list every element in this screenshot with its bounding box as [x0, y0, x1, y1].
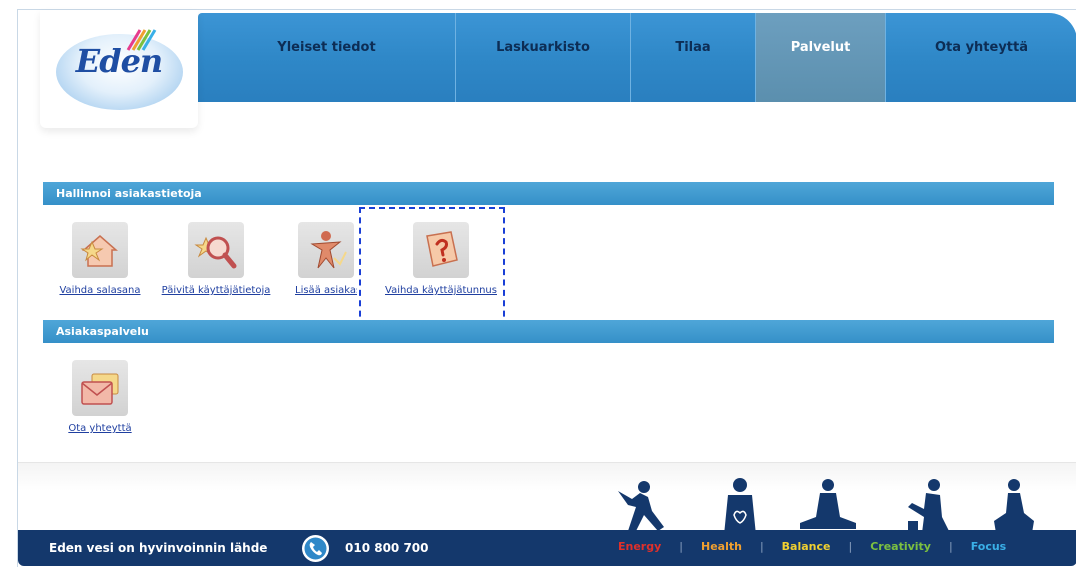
tile-label[interactable]: Päivitä käyttäjätietoja [156, 285, 276, 296]
value-energy: Energy [618, 540, 662, 553]
add-person-icon [298, 222, 354, 278]
logo-text: Eden [75, 42, 163, 80]
section-header-service: Asiakaspalvelu [43, 320, 1054, 343]
main-nav: Yleiset tiedot Laskuarkisto Tilaa Palvel… [198, 13, 1076, 102]
header: Eden Yleiset tiedot Laskuarkisto Tilaa P… [18, 10, 1076, 128]
section-header-manage: Hallinnoi asiakastietoja [43, 182, 1054, 205]
envelope-icon [72, 360, 128, 416]
footer-phone: 010 800 700 [345, 541, 429, 555]
balance-figure-icon [800, 479, 856, 529]
nav-item-laskuarkisto[interactable]: Laskuarkisto [456, 13, 631, 102]
page-frame: Eden Yleiset tiedot Laskuarkisto Tilaa P… [17, 9, 1076, 567]
energy-figure-icon [618, 481, 664, 531]
nav-item-yleiset-tiedot[interactable]: Yleiset tiedot [198, 13, 456, 102]
nav-item-tilaa[interactable]: Tilaa [631, 13, 756, 102]
health-figure-icon [724, 478, 756, 535]
footer-banner [18, 462, 1076, 535]
value-health: Health [701, 540, 742, 553]
tile-label[interactable]: Ota yhteyttä [55, 423, 145, 434]
tile-label[interactable]: Vaihda käyttäjätunnus [378, 285, 504, 296]
magnifier-star-icon [188, 222, 244, 278]
footer-tagline: Eden vesi on hyvinvoinnin lähde [49, 541, 268, 555]
tile-vaihda-salasana[interactable]: Vaihda salasana [50, 222, 150, 296]
footer-bar: Eden vesi on hyvinvoinnin lähde 010 800 … [18, 530, 1076, 566]
value-separator: | [759, 540, 764, 553]
tile-lisaa-asiakas[interactable]: Lisää asiakas [290, 222, 362, 296]
value-separator: | [948, 540, 953, 553]
tile-label[interactable]: Vaihda salasana [50, 285, 150, 296]
value-focus: Focus [970, 540, 1007, 553]
phone-icon [302, 535, 329, 562]
creativity-figure-icon [908, 479, 950, 533]
value-creativity: Creativity [870, 540, 931, 553]
house-star-icon [72, 222, 128, 278]
tile-paivita-kayttajatietoja[interactable]: Päivitä käyttäjätietoja [156, 222, 276, 296]
nav-item-palvelut[interactable]: Palvelut [756, 13, 886, 102]
tile-label[interactable]: Lisää asiakas [295, 285, 357, 296]
value-separator: | [848, 540, 853, 553]
logo[interactable]: Eden [40, 10, 198, 128]
focus-figure-icon [994, 479, 1034, 533]
question-book-icon [413, 222, 469, 278]
value-balance: Balance [781, 540, 831, 553]
tile-ota-yhteytta[interactable]: Ota yhteyttä [55, 360, 145, 434]
nav-item-ota-yhteytta[interactable]: Ota yhteyttä [886, 13, 1076, 102]
tile-vaihda-kayttajatunnus[interactable]: Vaihda käyttäjätunnus [378, 222, 504, 296]
footer-values: Energy | Health | Balance | Creativity |… [618, 540, 1006, 553]
value-separator: | [679, 540, 683, 553]
